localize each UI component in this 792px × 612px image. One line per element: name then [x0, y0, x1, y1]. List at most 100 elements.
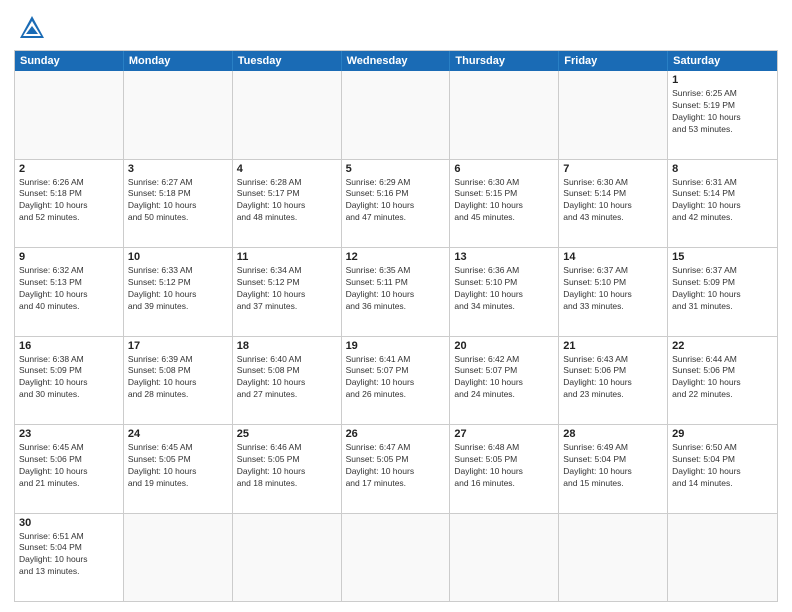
day-number: 21 — [563, 340, 663, 352]
calendar-cell — [450, 514, 559, 602]
day-number: 5 — [346, 163, 446, 175]
calendar-header: SundayMondayTuesdayWednesdayThursdayFrid… — [15, 51, 777, 71]
day-number: 4 — [237, 163, 337, 175]
day-info: Sunrise: 6:37 AM Sunset: 5:09 PM Dayligh… — [672, 265, 773, 313]
day-info: Sunrise: 6:35 AM Sunset: 5:11 PM Dayligh… — [346, 265, 446, 313]
calendar-cell: 21Sunrise: 6:43 AM Sunset: 5:06 PM Dayli… — [559, 337, 668, 425]
day-info: Sunrise: 6:37 AM Sunset: 5:10 PM Dayligh… — [563, 265, 663, 313]
calendar-cell: 26Sunrise: 6:47 AM Sunset: 5:05 PM Dayli… — [342, 425, 451, 513]
calendar-cell: 2 Sunrise: 6:26 AM Sunset: 5:18 PM Daylig… — [15, 160, 124, 248]
day-number: 18 — [237, 340, 337, 352]
day-info: Sunrise: 6:40 AM Sunset: 5:08 PM Dayligh… — [237, 354, 337, 402]
day-number: 23 — [19, 428, 119, 440]
calendar-cell: 16 Sunrise: 6:38 AM Sunset: 5:09 PM Dayli… — [15, 337, 124, 425]
day-number: 11 — [237, 251, 337, 263]
day-info: Sunrise: 6:45 AM Sunset: 5:05 PM Dayligh… — [128, 442, 228, 490]
calendar-cell — [559, 71, 668, 159]
calendar-cell: 4 Sunrise: 6:28 AM Sunset: 5:17 PM Daylig… — [233, 160, 342, 248]
calendar-cell: 12 Sunrise: 6:35 AM Sunset: 5:11 PM Dayli… — [342, 248, 451, 336]
weekday-header: Thursday — [450, 51, 559, 71]
day-info: Sunrise: 6:41 AM Sunset: 5:07 PM Dayligh… — [346, 354, 446, 402]
day-info: Sunrise: 6:26 AM Sunset: 5:18 PM Dayligh… — [19, 177, 119, 225]
calendar-cell: 24 Sunrise: 6:45 AM Sunset: 5:05 PM Dayli… — [124, 425, 233, 513]
logo — [14, 14, 46, 42]
day-info: Sunrise: 6:27 AM Sunset: 5:18 PM Dayligh… — [128, 177, 228, 225]
calendar-cell: 28 Sunrise: 6:49 AM Sunset: 5:04 PM Dayli… — [559, 425, 668, 513]
day-info: Sunrise: 6:30 AM Sunset: 5:15 PM Dayligh… — [454, 177, 554, 225]
weekday-header: Sunday — [15, 51, 124, 71]
calendar-row: 9Sunrise: 6:32 AM Sunset: 5:13 PM Daylig… — [15, 248, 777, 337]
calendar-cell: 22 Sunrise: 6:44 AM Sunset: 5:06 PM Dayli… — [668, 337, 777, 425]
day-info: Sunrise: 6:51 AM Sunset: 5:04 PM Dayligh… — [19, 531, 119, 579]
calendar-page: SundayMondayTuesdayWednesdayThursdayFrid… — [0, 0, 792, 612]
day-info: Sunrise: 6:49 AM Sunset: 5:04 PM Dayligh… — [563, 442, 663, 490]
day-number: 3 — [128, 163, 228, 175]
day-number: 12 — [346, 251, 446, 263]
calendar-cell — [233, 514, 342, 602]
calendar-cell: 18 Sunrise: 6:40 AM Sunset: 5:08 PM Dayli… — [233, 337, 342, 425]
calendar-cell — [450, 71, 559, 159]
calendar-cell: 17 Sunrise: 6:39 AM Sunset: 5:08 PM Dayli… — [124, 337, 233, 425]
calendar-cell: 8 Sunrise: 6:31 AM Sunset: 5:14 PM Daylig… — [668, 160, 777, 248]
day-info: Sunrise: 6:31 AM Sunset: 5:14 PM Dayligh… — [672, 177, 773, 225]
day-number: 8 — [672, 163, 773, 175]
calendar-cell — [342, 514, 451, 602]
calendar-cell — [559, 514, 668, 602]
day-number: 24 — [128, 428, 228, 440]
calendar-cell: 6 Sunrise: 6:30 AM Sunset: 5:15 PM Daylig… — [450, 160, 559, 248]
calendar-cell: 7Sunrise: 6:30 AM Sunset: 5:14 PM Daylig… — [559, 160, 668, 248]
calendar-cell — [15, 71, 124, 159]
day-info: Sunrise: 6:29 AM Sunset: 5:16 PM Dayligh… — [346, 177, 446, 225]
day-number: 16 — [19, 340, 119, 352]
day-number: 17 — [128, 340, 228, 352]
calendar-row: 30 Sunrise: 6:51 AM Sunset: 5:04 PM Dayli… — [15, 514, 777, 602]
day-info: Sunrise: 6:38 AM Sunset: 5:09 PM Dayligh… — [19, 354, 119, 402]
calendar-cell: 5 Sunrise: 6:29 AM Sunset: 5:16 PM Daylig… — [342, 160, 451, 248]
day-number: 29 — [672, 428, 773, 440]
day-number: 15 — [672, 251, 773, 263]
day-number: 22 — [672, 340, 773, 352]
day-info: Sunrise: 6:44 AM Sunset: 5:06 PM Dayligh… — [672, 354, 773, 402]
calendar-row: 1Sunrise: 6:25 AM Sunset: 5:19 PM Daylig… — [15, 71, 777, 160]
day-info: Sunrise: 6:47 AM Sunset: 5:05 PM Dayligh… — [346, 442, 446, 490]
calendar-cell: 13Sunrise: 6:36 AM Sunset: 5:10 PM Dayli… — [450, 248, 559, 336]
calendar-row: 23 Sunrise: 6:45 AM Sunset: 5:06 PM Dayli… — [15, 425, 777, 514]
calendar-cell: 1Sunrise: 6:25 AM Sunset: 5:19 PM Daylig… — [668, 71, 777, 159]
day-info: Sunrise: 6:48 AM Sunset: 5:05 PM Dayligh… — [454, 442, 554, 490]
calendar-cell — [342, 71, 451, 159]
day-number: 6 — [454, 163, 554, 175]
day-info: Sunrise: 6:33 AM Sunset: 5:12 PM Dayligh… — [128, 265, 228, 313]
calendar-cell — [124, 514, 233, 602]
day-number: 30 — [19, 517, 119, 529]
page-header — [14, 10, 778, 42]
calendar: SundayMondayTuesdayWednesdayThursdayFrid… — [14, 50, 778, 602]
calendar-cell: 14 Sunrise: 6:37 AM Sunset: 5:10 PM Dayli… — [559, 248, 668, 336]
day-info: Sunrise: 6:25 AM Sunset: 5:19 PM Dayligh… — [672, 88, 773, 136]
calendar-cell: 20Sunrise: 6:42 AM Sunset: 5:07 PM Dayli… — [450, 337, 559, 425]
day-number: 14 — [563, 251, 663, 263]
calendar-cell: 3 Sunrise: 6:27 AM Sunset: 5:18 PM Daylig… — [124, 160, 233, 248]
calendar-cell — [233, 71, 342, 159]
day-number: 25 — [237, 428, 337, 440]
day-number: 13 — [454, 251, 554, 263]
calendar-cell: 11 Sunrise: 6:34 AM Sunset: 5:12 PM Dayli… — [233, 248, 342, 336]
calendar-cell: 23 Sunrise: 6:45 AM Sunset: 5:06 PM Dayli… — [15, 425, 124, 513]
day-number: 2 — [19, 163, 119, 175]
day-info: Sunrise: 6:34 AM Sunset: 5:12 PM Dayligh… — [237, 265, 337, 313]
weekday-header: Tuesday — [233, 51, 342, 71]
day-number: 9 — [19, 251, 119, 263]
weekday-header: Monday — [124, 51, 233, 71]
calendar-cell: 30 Sunrise: 6:51 AM Sunset: 5:04 PM Dayli… — [15, 514, 124, 602]
day-number: 20 — [454, 340, 554, 352]
day-number: 7 — [563, 163, 663, 175]
calendar-cell: 25Sunrise: 6:46 AM Sunset: 5:05 PM Dayli… — [233, 425, 342, 513]
day-number: 19 — [346, 340, 446, 352]
calendar-cell: 10Sunrise: 6:33 AM Sunset: 5:12 PM Dayli… — [124, 248, 233, 336]
calendar-body: 1Sunrise: 6:25 AM Sunset: 5:19 PM Daylig… — [15, 71, 777, 601]
day-info: Sunrise: 6:45 AM Sunset: 5:06 PM Dayligh… — [19, 442, 119, 490]
day-number: 28 — [563, 428, 663, 440]
day-info: Sunrise: 6:28 AM Sunset: 5:17 PM Dayligh… — [237, 177, 337, 225]
day-info: Sunrise: 6:39 AM Sunset: 5:08 PM Dayligh… — [128, 354, 228, 402]
calendar-row: 16 Sunrise: 6:38 AM Sunset: 5:09 PM Dayli… — [15, 337, 777, 426]
weekday-header: Friday — [559, 51, 668, 71]
